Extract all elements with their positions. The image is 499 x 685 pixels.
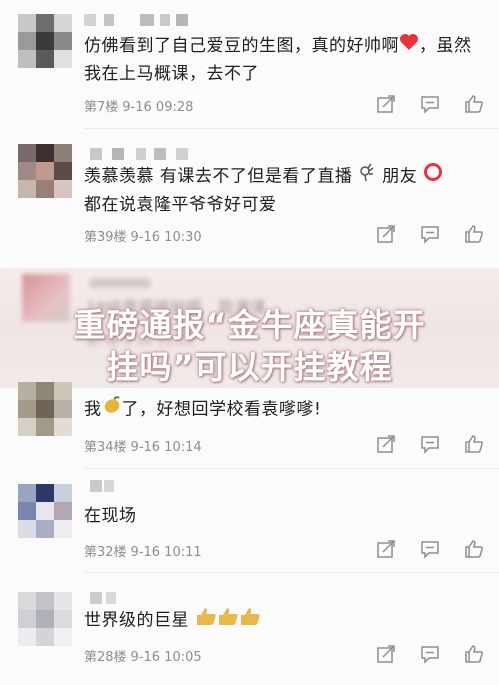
reply-icon[interactable]: [419, 433, 441, 455]
comment-meta: 第7楼 9-16 09:28: [84, 100, 194, 115]
comment-text: 仿佛看到了自己爱豆的生图，真的好帅啊 ，虽然我在上马概课，去不了: [84, 32, 484, 88]
ok-hand-emoji-icon: [358, 162, 376, 191]
comment-meta: 第28楼 9-16 10:05: [84, 650, 202, 665]
share-icon[interactable]: [375, 643, 397, 665]
avatar[interactable]: [18, 592, 72, 646]
comment-actions: [375, 93, 485, 115]
comment-text: 我了，好想回学校看袁嗲嗲!: [84, 395, 484, 424]
comment-actions: [375, 433, 485, 455]
heart-emoji-icon: [399, 32, 419, 60]
thumbs-up-icon[interactable]: [463, 93, 485, 115]
comment-actions: [375, 643, 485, 665]
divider: [84, 572, 499, 573]
mango-emoji-icon: [102, 395, 122, 424]
comment-text: 在现场: [84, 506, 137, 526]
comment-text: 世界级的巨星: [84, 606, 484, 635]
thumbs-up-icon[interactable]: [463, 223, 485, 245]
red-circle-emoji-icon: [423, 162, 443, 191]
username-redacted: [90, 278, 150, 288]
reply-icon[interactable]: [419, 93, 441, 115]
reply-icon[interactable]: [419, 223, 441, 245]
thumbs-up-icon[interactable]: [463, 643, 485, 665]
share-icon[interactable]: [375, 538, 397, 560]
share-icon[interactable]: [375, 93, 397, 115]
avatar[interactable]: [18, 14, 72, 68]
thumbs-up-icon[interactable]: [463, 538, 485, 560]
comment-actions: [375, 223, 485, 245]
overlay-headline: 重磅通报“金牛座真能开 挂吗”可以开挂教程: [73, 306, 426, 386]
reply-icon[interactable]: [419, 538, 441, 560]
avatar[interactable]: [18, 484, 72, 538]
thumbs-up-emoji-icon: [195, 606, 217, 635]
comment-meta: 第39楼 9-16 10:30: [84, 230, 202, 245]
comment-meta: 第32楼 9-16 10:11: [84, 545, 202, 560]
thumbs-up-icon[interactable]: [463, 433, 485, 455]
comment-actions: [375, 538, 485, 560]
thumbs-up-emoji-icon: [217, 606, 239, 635]
comment-meta: 第34楼 9-16 10:14: [84, 440, 202, 455]
reply-icon[interactable]: [419, 643, 441, 665]
avatar[interactable]: [18, 144, 72, 198]
avatar[interactable]: [18, 382, 72, 436]
divider: [84, 468, 499, 469]
share-icon[interactable]: [375, 223, 397, 245]
divider: [84, 128, 499, 129]
share-icon[interactable]: [375, 433, 397, 455]
comment-text: 羡慕羡慕 有课去不了但是看了直播 朋友 都在说袁隆平爷爷好可爱: [84, 162, 484, 219]
thumbs-up-emoji-icon: [239, 606, 261, 635]
